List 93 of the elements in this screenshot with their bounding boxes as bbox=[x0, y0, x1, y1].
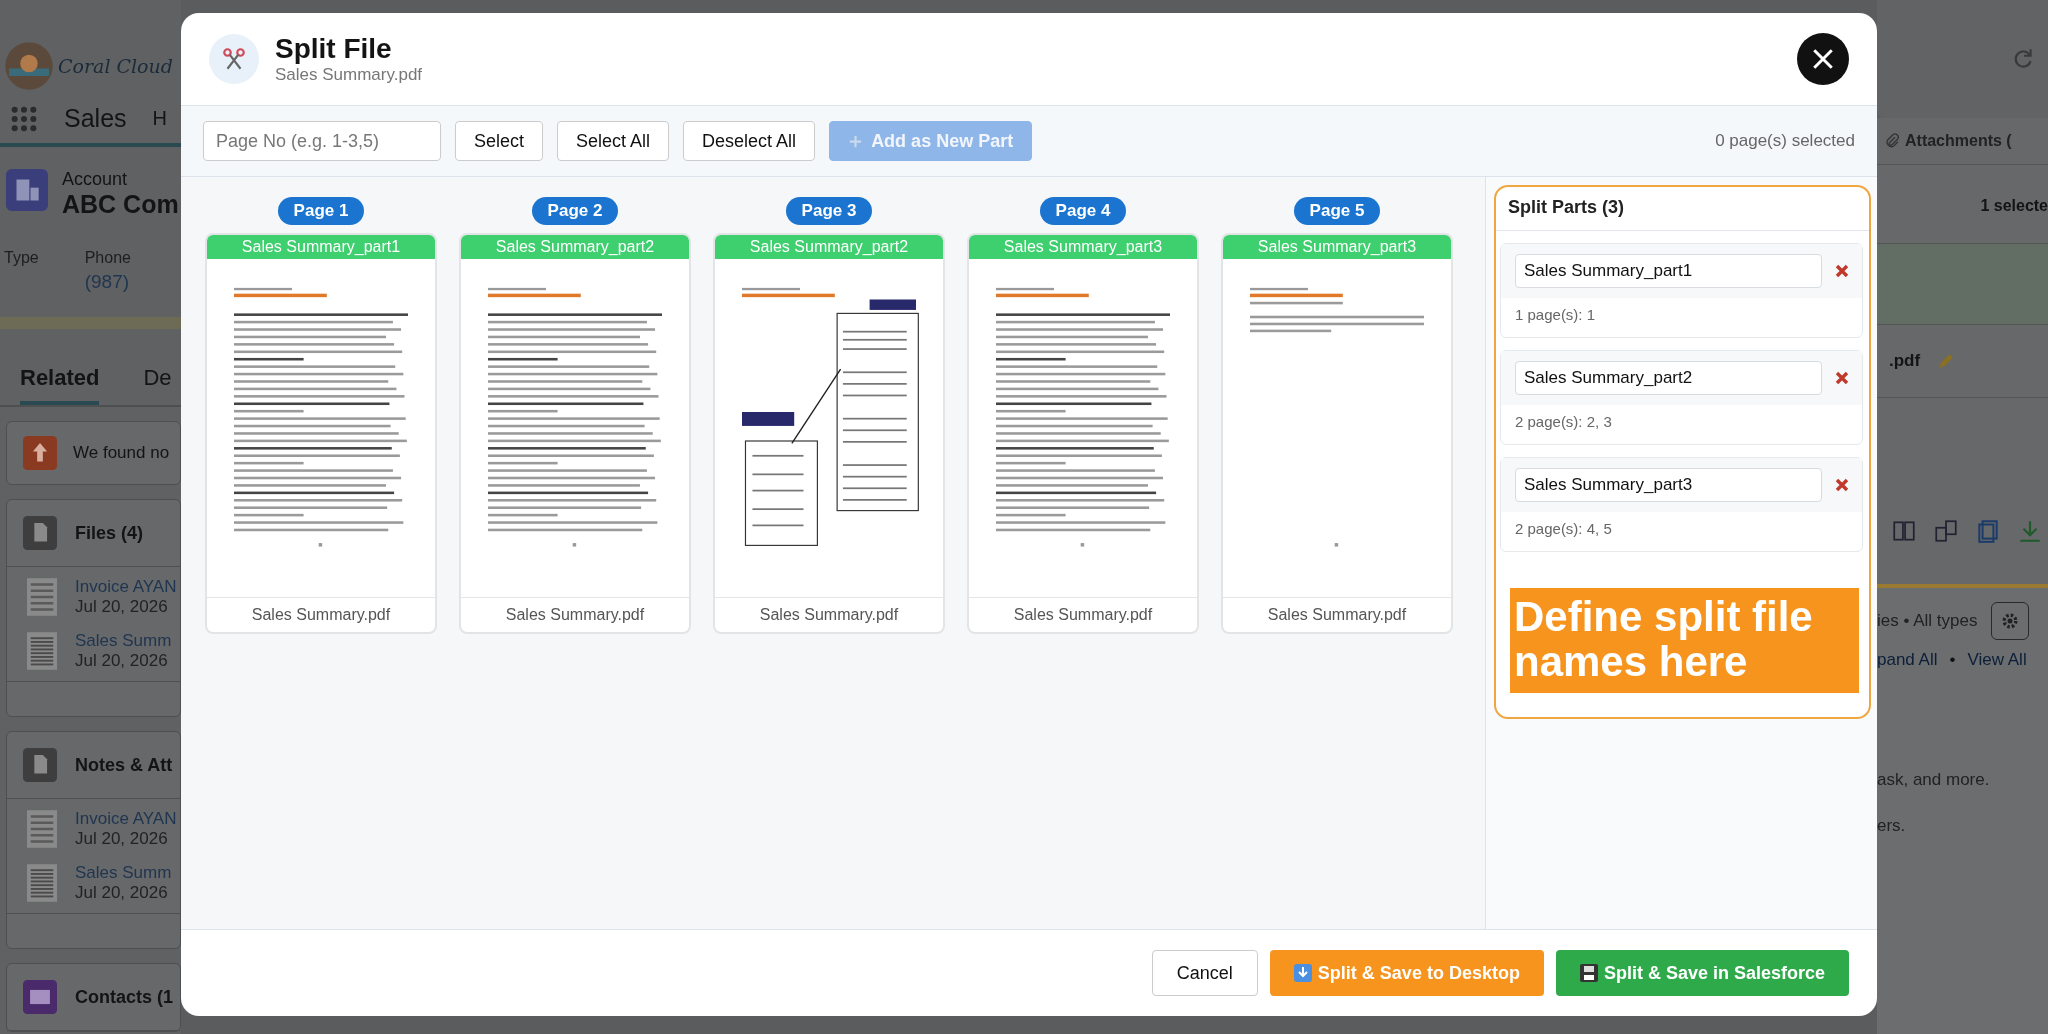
part-label: Sales Summary_part1 bbox=[207, 235, 435, 259]
part-label: Sales Summary_part2 bbox=[715, 235, 943, 259]
app-launcher-icon[interactable] bbox=[10, 104, 38, 133]
file-date: Jul 20, 2026 bbox=[75, 829, 169, 849]
settings-button[interactable] bbox=[1991, 602, 2030, 640]
compare-icon[interactable] bbox=[1891, 518, 1917, 544]
file-link[interactable]: Sales Summ bbox=[75, 863, 172, 883]
card-title: Files (4) bbox=[75, 522, 144, 544]
plus-icon bbox=[848, 133, 864, 149]
notice-text: We found no bbox=[73, 443, 170, 463]
file-link[interactable]: Invoice AYAN bbox=[75, 577, 177, 597]
delete-icon bbox=[1834, 370, 1850, 386]
page-badge: Page 2 bbox=[531, 197, 619, 225]
part-name-field[interactable]: Sales Summary_part2 bbox=[1515, 361, 1822, 395]
toolbar-button[interactable]: Deselect All bbox=[683, 121, 816, 161]
nav-item[interactable]: H bbox=[152, 107, 167, 130]
invoice-thumbnail-icon bbox=[27, 578, 57, 616]
part-name-field[interactable]: Sales Summary_part3 bbox=[1515, 468, 1822, 502]
record-type: Account bbox=[62, 169, 129, 190]
part-pages: 2 page(s): 2, 3 bbox=[1514, 412, 1613, 432]
delete-icon bbox=[1834, 263, 1850, 279]
scissors-icon bbox=[209, 34, 259, 84]
building-icon bbox=[6, 169, 48, 211]
download-icon bbox=[1293, 964, 1312, 982]
panel-title: Split Parts (3) bbox=[1496, 187, 1869, 231]
file-name[interactable]: .pdf bbox=[1889, 351, 1921, 371]
logo-icon bbox=[4, 41, 54, 91]
close-button[interactable] bbox=[1797, 33, 1849, 85]
file-name: Sales Summary.pdf bbox=[1223, 597, 1451, 632]
page-badge: Page 5 bbox=[1293, 197, 1381, 225]
page-badge: Page 1 bbox=[277, 197, 365, 225]
paperclip-icon bbox=[1883, 132, 1901, 150]
page-card[interactable]: Sales Summary_part2 Sales Summary.pdf bbox=[713, 233, 945, 634]
activity-text: ers. bbox=[1877, 815, 1907, 836]
dialog-title: Split File bbox=[275, 33, 393, 65]
save-to-desktop-button[interactable]: Split & Save to Desktop bbox=[1269, 950, 1544, 996]
file-link[interactable]: Sales Summ bbox=[75, 631, 172, 651]
separator-dot: • bbox=[1949, 650, 1956, 670]
part-label: Sales Summary_part3 bbox=[1223, 235, 1451, 259]
app-name: Sales bbox=[64, 104, 127, 133]
file-name: Sales Summary.pdf bbox=[969, 597, 1197, 632]
field-value[interactable]: (987) bbox=[84, 271, 131, 293]
document-icon bbox=[23, 748, 57, 782]
attachments-tab[interactable]: Attachments ( bbox=[1905, 132, 2012, 150]
page-card[interactable]: Sales Summary_part3 Sales Summary.pdf bbox=[967, 233, 1199, 634]
part-pages: 2 page(s): 4, 5 bbox=[1514, 519, 1613, 539]
copy-icon[interactable] bbox=[1975, 518, 2001, 544]
card-title: Notes & Att bbox=[75, 754, 173, 776]
logo-text: Coral Cloud bbox=[58, 55, 173, 77]
document-thumbnail-icon bbox=[27, 864, 57, 902]
page-card[interactable]: Sales Summary_part2 Sales Summary.pdf bbox=[459, 233, 691, 634]
selection-count: 1 selecte bbox=[1980, 197, 2048, 215]
field-label: Type bbox=[4, 249, 39, 267]
part-name-field[interactable]: Sales Summary_part1 bbox=[1515, 254, 1822, 288]
file-date: Jul 20, 2026 bbox=[75, 883, 169, 903]
list-link[interactable]: pand All bbox=[1877, 650, 1938, 670]
save-icon bbox=[1579, 964, 1598, 982]
document-thumbnail-icon bbox=[27, 632, 57, 670]
download-icon[interactable] bbox=[2017, 518, 2043, 544]
file-name: Sales Summary.pdf bbox=[715, 597, 943, 632]
file-link[interactable]: Invoice AYAN bbox=[75, 809, 177, 829]
list-link[interactable]: View All bbox=[1967, 650, 2027, 670]
callout-banner: Define split file names here bbox=[1510, 588, 1859, 693]
page-card[interactable]: Sales Summary_part1 Sales Summary.pdf bbox=[205, 233, 437, 634]
page-badge: Page 3 bbox=[785, 197, 873, 225]
file-date: Jul 20, 2026 bbox=[75, 597, 169, 617]
page-badge: Page 4 bbox=[1039, 197, 1127, 225]
record-tab[interactable]: Related bbox=[20, 365, 100, 405]
filter-text: ies • All types bbox=[1877, 611, 1978, 631]
swap-icon[interactable] bbox=[1933, 518, 1959, 544]
card-title: Contacts (1 bbox=[75, 986, 173, 1008]
file-name: Sales Summary.pdf bbox=[207, 597, 435, 632]
dialog-subtitle: Sales Summary.pdf bbox=[275, 65, 424, 85]
field-label: Phone bbox=[84, 249, 131, 267]
file-date: Jul 20, 2026 bbox=[75, 651, 169, 671]
part-label: Sales Summary_part2 bbox=[461, 235, 689, 259]
selection-count: 0 page(s) selected bbox=[1715, 131, 1855, 151]
activity-text: ask, and more. bbox=[1877, 769, 1991, 790]
contact-card-icon bbox=[23, 980, 57, 1014]
toolbar-button[interactable]: Select bbox=[455, 121, 544, 161]
cancel-button[interactable]: Cancel bbox=[1151, 950, 1258, 996]
record-tab[interactable]: De bbox=[143, 365, 172, 405]
delete-icon bbox=[1834, 477, 1850, 493]
file-name: Sales Summary.pdf bbox=[461, 597, 689, 632]
part-pages: 1 page(s): 1 bbox=[1514, 305, 1597, 325]
part-label: Sales Summary_part3 bbox=[969, 235, 1197, 259]
toolbar-button[interactable]: Select All bbox=[557, 121, 670, 161]
document-icon bbox=[23, 516, 57, 550]
page-number-field[interactable]: Page No (e.g. 1-3,5) bbox=[203, 121, 441, 161]
invoice-thumbnail-icon bbox=[27, 810, 57, 848]
record-name: ABC Com bbox=[62, 190, 179, 219]
save-in-salesforce-button[interactable]: Split & Save in Salesforce bbox=[1555, 950, 1849, 996]
page-card[interactable]: Sales Summary_part3 Sales Summary.pdf bbox=[1221, 233, 1453, 634]
